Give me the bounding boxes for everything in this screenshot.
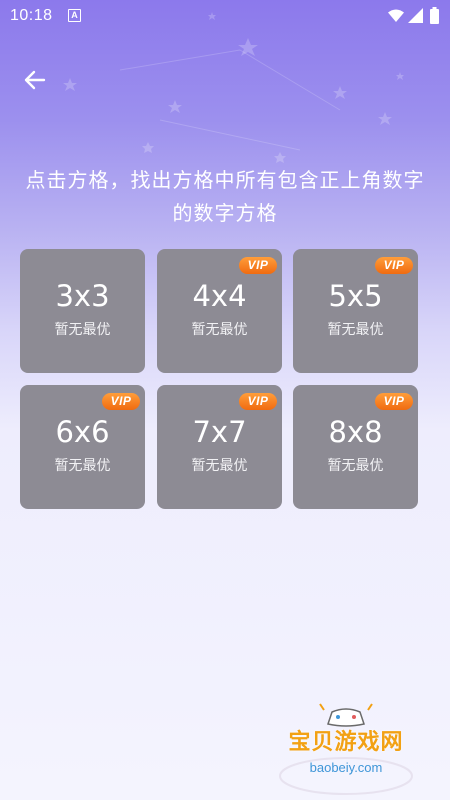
wifi-icon [388, 9, 404, 22]
instruction-text: 点击方格，找出方格中所有包含正上角数字的数字方格 [25, 168, 425, 225]
vip-badge: VIP [375, 257, 413, 274]
level-tile-7x7[interactable]: 7x7 暂无最优 VIP [157, 385, 282, 509]
vip-badge: VIP [239, 257, 277, 274]
level-tile-6x6[interactable]: 6x6 暂无最优 VIP [20, 385, 145, 509]
arrow-left-icon [24, 70, 46, 90]
level-tile-8x8[interactable]: 8x8 暂无最优 VIP [293, 385, 418, 509]
back-button[interactable] [18, 64, 54, 96]
level-size-label: 5x5 [328, 279, 383, 313]
level-best-score: 暂无最优 [54, 458, 111, 474]
vip-badge: VIP [102, 393, 140, 410]
level-tile-4x4[interactable]: 4x4 暂无最优 VIP [157, 249, 282, 373]
watermark: 宝贝游戏网 baobeiy.com [266, 702, 426, 796]
level-size-label: 7x7 [192, 415, 247, 449]
notification-a-icon: A [68, 9, 81, 22]
watermark-name: 宝贝游戏网 [288, 730, 404, 755]
signal-icon [408, 8, 423, 23]
level-tile-3x3[interactable]: 3x3 暂无最优 [20, 249, 145, 373]
level-best-score: 暂无最优 [191, 322, 248, 338]
level-size-label: 3x3 [55, 279, 110, 313]
watermark-url: baobeiy.com [309, 760, 383, 775]
level-size-label: 4x4 [192, 279, 247, 313]
status-bar: 10:18 A [0, 0, 450, 32]
level-best-score: 暂无最优 [327, 322, 384, 338]
level-best-score: 暂无最优 [327, 458, 384, 474]
status-time: 10:18 [10, 7, 53, 24]
vip-badge: VIP [239, 393, 277, 410]
level-size-label: 8x8 [328, 415, 383, 449]
level-best-score: 暂无最优 [191, 458, 248, 474]
level-size-label: 6x6 [55, 415, 110, 449]
vip-badge: VIP [375, 393, 413, 410]
level-tile-5x5[interactable]: 5x5 暂无最优 VIP [293, 249, 418, 373]
battery-icon [430, 7, 439, 24]
level-best-score: 暂无最优 [54, 322, 111, 338]
